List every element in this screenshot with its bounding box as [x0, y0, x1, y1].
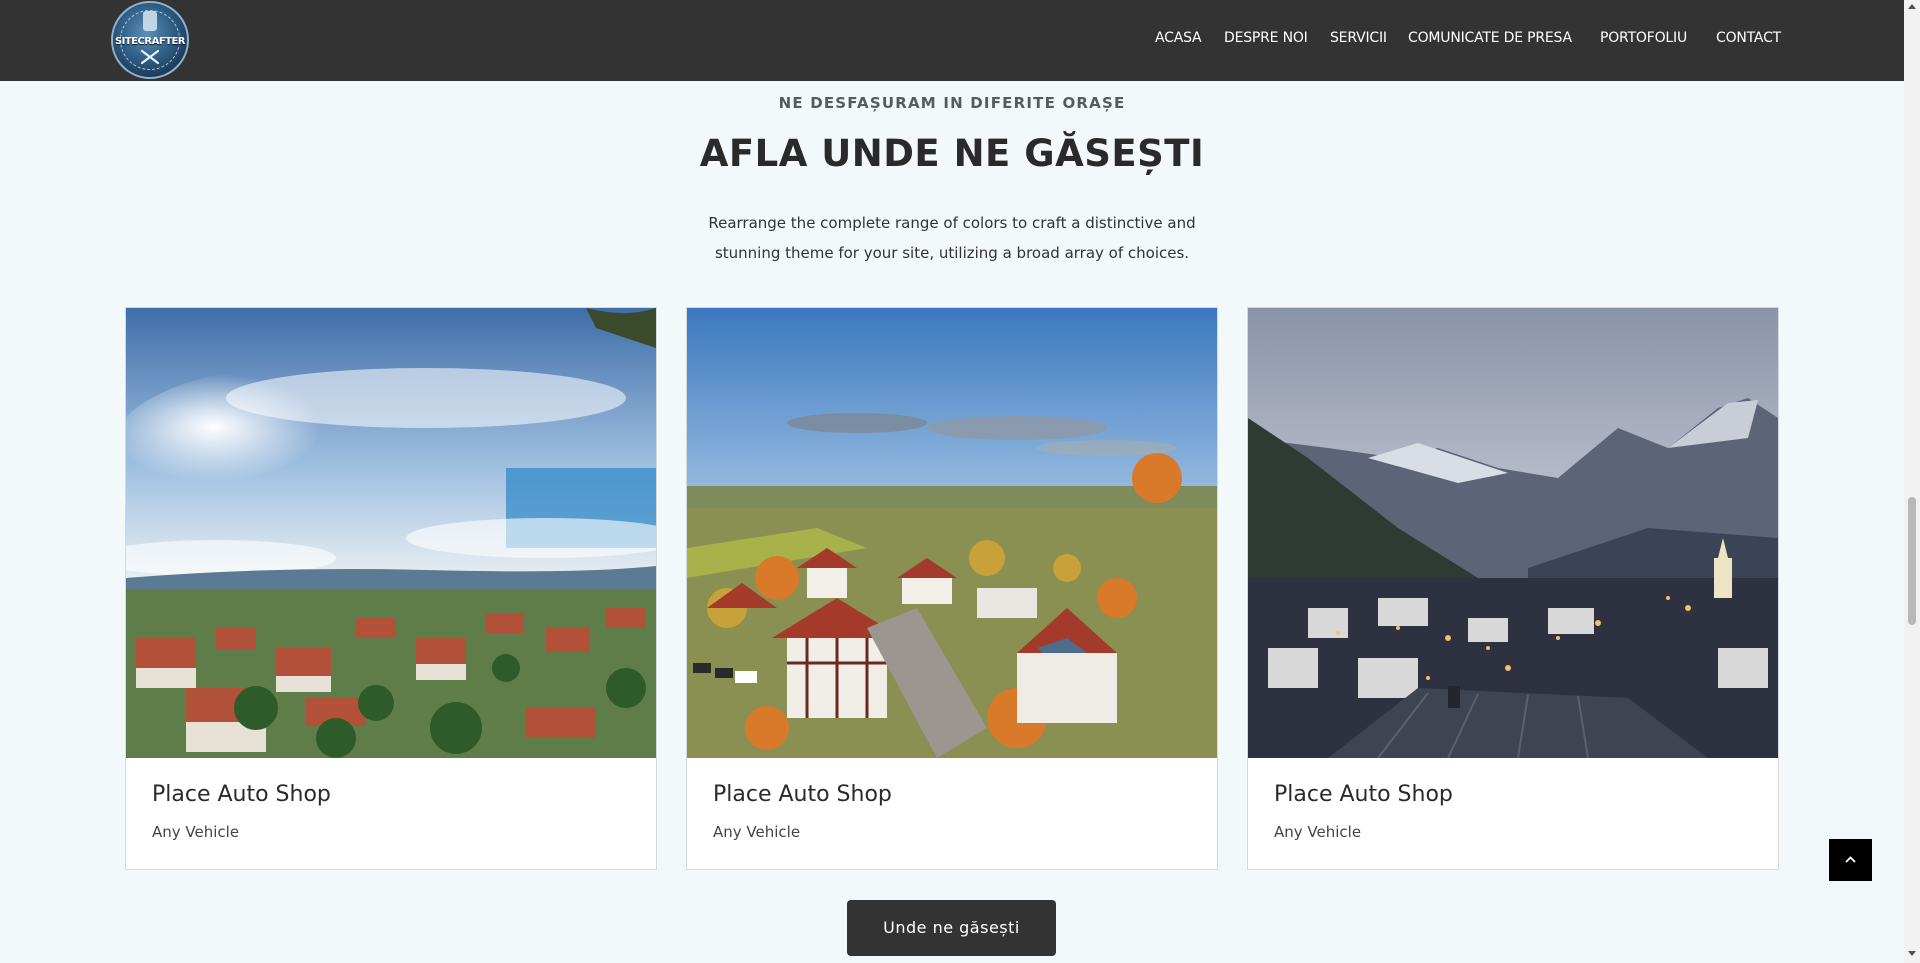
section-subtitle: Rearrange the complete range of colors t… — [652, 208, 1252, 268]
location-card[interactable]: Place Auto Shop Any Vehicle — [686, 307, 1218, 870]
site-header: SITECRAFTER ACASA DESPRE NOI SERVICII CO… — [0, 0, 1904, 81]
scroll-down-arrow-icon[interactable] — [1908, 951, 1916, 956]
nav-item-contact[interactable]: CONTACT — [1716, 30, 1781, 46]
subtitle-line: stunning theme for your site, utilizing … — [714, 244, 1190, 262]
nav-item-servicii[interactable]: SERVICII — [1330, 30, 1387, 46]
card-subtitle: Any Vehicle — [1274, 823, 1362, 841]
location-card[interactable]: Place Auto Shop Any Vehicle — [125, 307, 657, 870]
main-nav: ACASA DESPRE NOI SERVICII COMUNICATE DE … — [0, 0, 1904, 81]
back-to-top-button[interactable] — [1829, 839, 1872, 881]
card-title[interactable]: Place Auto Shop — [152, 782, 331, 807]
chevron-up-icon — [1845, 856, 1856, 863]
town-blue-sky-photo — [126, 308, 656, 758]
card-title[interactable]: Place Auto Shop — [1274, 782, 1453, 807]
scroll-thumb[interactable] — [1908, 497, 1916, 625]
nav-item-acasa[interactable]: ACASA — [1155, 30, 1202, 46]
page-scrollbar[interactable] — [1904, 0, 1920, 963]
location-card[interactable]: Place Auto Shop Any Vehicle — [1247, 307, 1779, 870]
card-subtitle: Any Vehicle — [152, 823, 240, 841]
nav-item-despre-noi[interactable]: DESPRE NOI — [1224, 30, 1308, 46]
card-title[interactable]: Place Auto Shop — [713, 782, 892, 807]
scroll-up-arrow-icon[interactable] — [1908, 4, 1916, 9]
find-us-button[interactable]: Unde ne găsești — [847, 900, 1056, 956]
section-title: AFLA UNDE NE GĂSEȘTI — [699, 132, 1205, 175]
subtitle-line: Rearrange the complete range of colors t… — [708, 214, 1196, 232]
autumn-village-photo — [687, 308, 1217, 758]
card-subtitle: Any Vehicle — [713, 823, 801, 841]
mountain-town-dusk-photo — [1248, 308, 1778, 758]
section-eyebrow: NE DESFAȘURAM IN DIFERITE ORAȘE — [778, 94, 1126, 112]
nav-item-portofoliu[interactable]: PORTOFOLIU — [1600, 30, 1687, 46]
nav-item-comunicate-de-presa[interactable]: COMUNICATE DE PRESA — [1408, 30, 1572, 46]
